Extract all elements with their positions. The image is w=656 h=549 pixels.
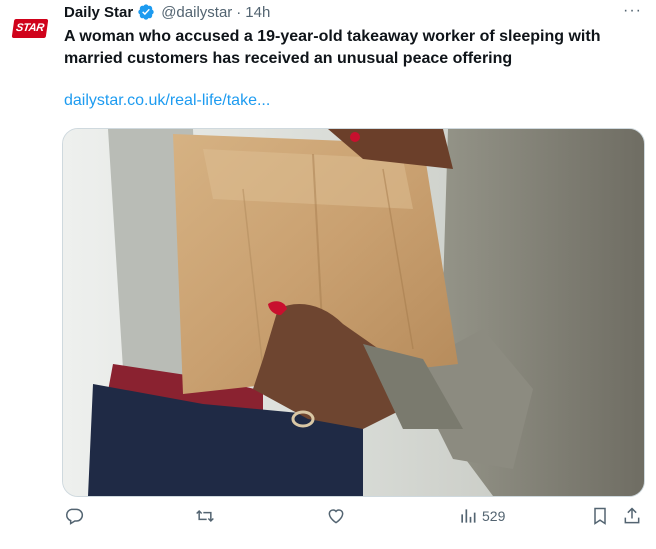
tweet-text: A woman who accused a 19-year-old takeaw… <box>64 28 601 67</box>
verified-badge-icon <box>137 3 155 21</box>
timestamp[interactable]: 14h <box>245 4 270 21</box>
more-options-icon[interactable]: ··· <box>623 2 642 20</box>
tweet-image[interactable] <box>62 128 645 497</box>
avatar[interactable]: STAR <box>11 10 49 46</box>
takeaway-bag-photo <box>63 129 644 496</box>
separator-dot: · <box>236 3 242 21</box>
retweet-icon[interactable] <box>194 506 216 526</box>
views-icon <box>461 509 476 523</box>
share-icon[interactable] <box>622 506 642 526</box>
account-handle[interactable]: @dailystar <box>161 4 232 21</box>
action-bar: 529 <box>62 506 646 536</box>
reply-icon[interactable] <box>64 506 84 526</box>
account-name[interactable]: Daily Star <box>64 4 133 21</box>
like-icon[interactable] <box>326 506 346 526</box>
views-button[interactable]: 529 <box>458 506 505 526</box>
bookmark-icon[interactable] <box>590 506 610 526</box>
article-link[interactable]: dailystar.co.uk/real-life/take... <box>64 92 270 110</box>
daily-star-logo: STAR <box>11 18 49 38</box>
tweet-header: Daily Star @dailystar · 14h ··· <box>64 2 642 22</box>
views-count: 529 <box>482 508 506 524</box>
